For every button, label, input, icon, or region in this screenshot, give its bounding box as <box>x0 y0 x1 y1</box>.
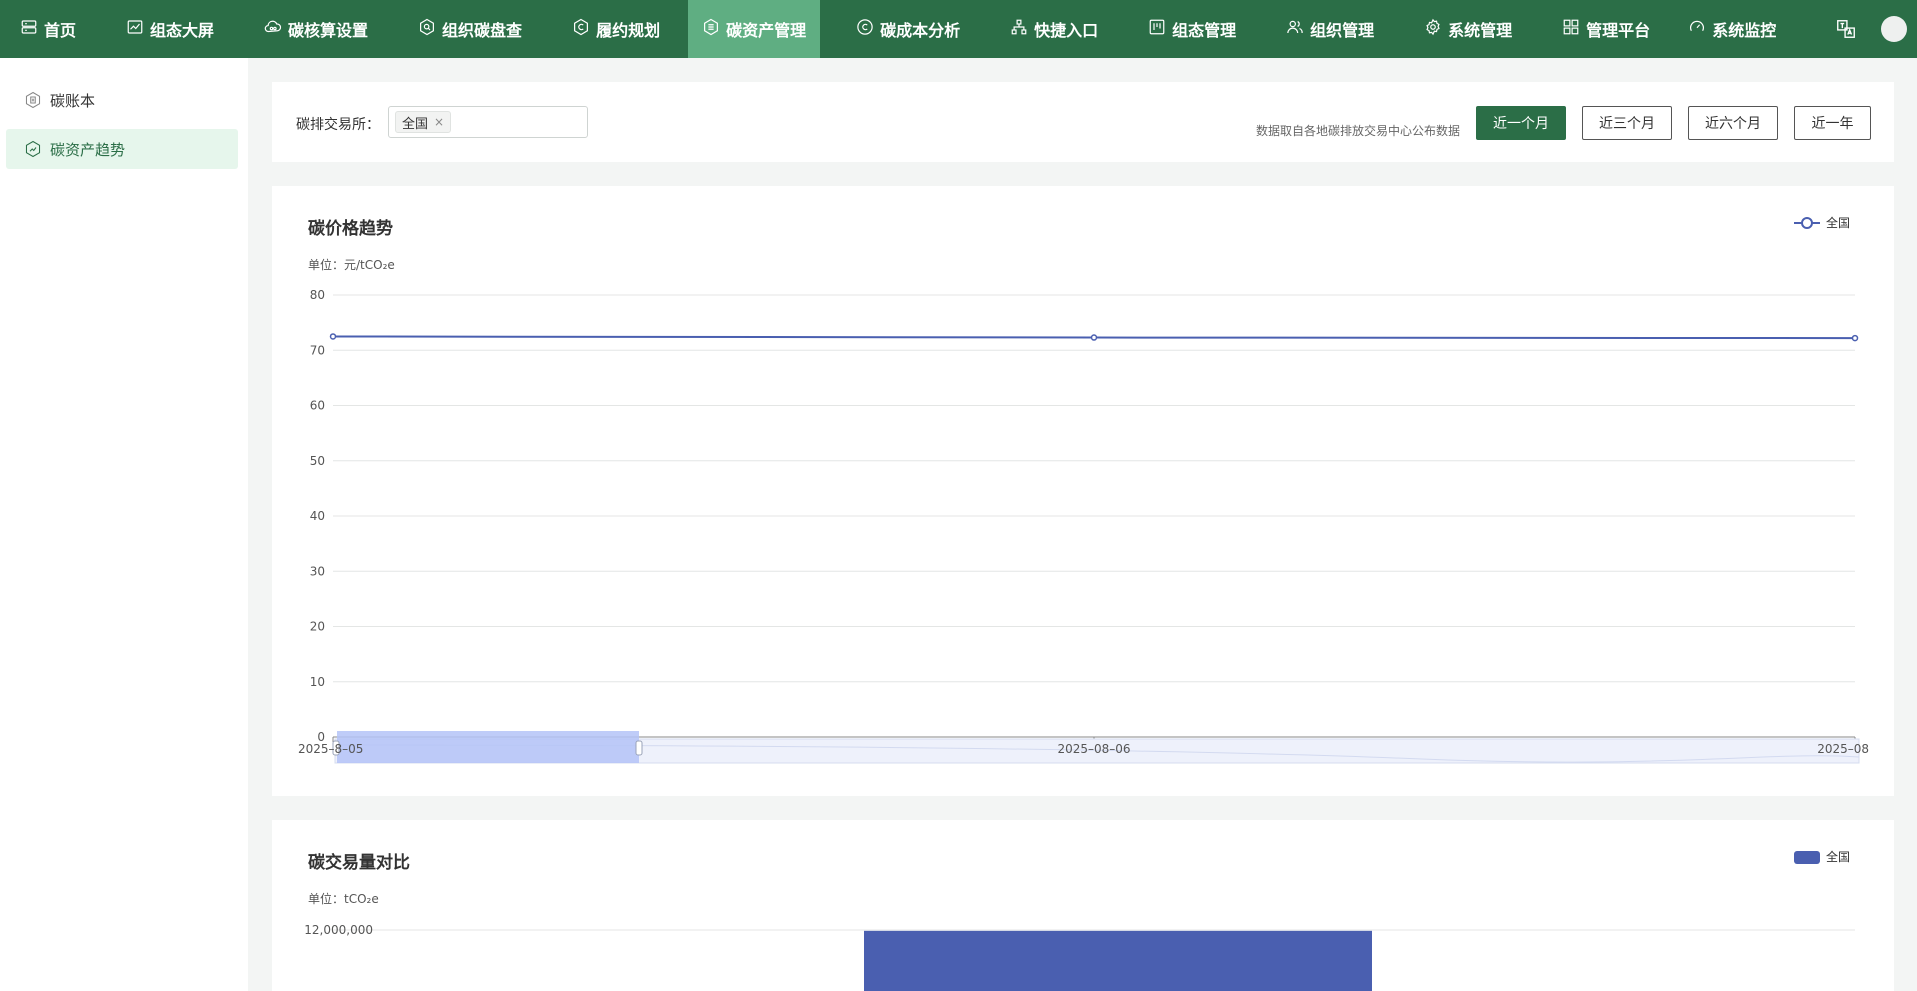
legend-label: 全国 <box>1825 850 1850 864</box>
legend-bar-marker <box>1793 850 1820 864</box>
price-chart-legend[interactable]: 全国 <box>1793 214 1850 231</box>
exchange-select[interactable]: 全国 × <box>388 106 588 138</box>
board-icon <box>1148 18 1172 40</box>
volume-compare-card: 12,000,000 碳交易量对比 单位：tCO₂e 全国 <box>272 820 1894 991</box>
nav-item-3[interactable]: 组织碳盘查 <box>404 0 536 58</box>
exchange-filter-label: 碳排交易所： <box>296 117 380 133</box>
sitemap-icon <box>1010 18 1034 40</box>
line-chart-icon <box>126 18 150 40</box>
x-tick-label: 2025–08–06 <box>1057 742 1130 756</box>
nav-item-8[interactable]: 组态管理 <box>1134 0 1250 58</box>
nav-item-9[interactable]: 组织管理 <box>1272 0 1388 58</box>
y-tick-label: 50 <box>310 454 325 468</box>
ledger-hex-icon <box>25 91 41 109</box>
zoom-slider-window[interactable] <box>337 731 639 763</box>
close-icon[interactable]: × <box>434 115 444 129</box>
nav-item-label: 系统监控 <box>1712 21 1777 40</box>
nav-item-7[interactable]: 快捷入口 <box>996 0 1112 58</box>
trend-hex-icon <box>25 140 41 158</box>
y-tick-label: 12,000,000 <box>304 923 373 937</box>
nav-item-label: 管理平台 <box>1586 21 1651 40</box>
nav-item-label: 碳成本分析 <box>880 21 961 40</box>
y-tick-label: 70 <box>310 343 325 357</box>
range-6-months-button[interactable]: 近六个月 <box>1688 106 1778 140</box>
nav-item-2[interactable]: 碳核算设置 <box>250 0 382 58</box>
sidebar-item-carbon-asset-trend[interactable]: 碳资产趋势 <box>6 129 238 169</box>
data-point[interactable] <box>1090 334 1098 341</box>
sidebar: 碳账本 碳资产趋势 <box>0 58 248 991</box>
volume-compare-chart: 12,000,000 <box>304 923 1855 991</box>
nav-item-label: 组织碳盘查 <box>442 21 523 40</box>
y-tick-label: 60 <box>310 399 325 413</box>
nav-item-1[interactable]: 组态大屏 <box>112 0 228 58</box>
nav-list: 首页 组态大屏 碳核算设置 组织碳盘查 履约规划 碳资产管理 碳成本分析 快捷入口 组态管理 组织… <box>0 0 1790 58</box>
price-trend-card: 0 10 20 30 40 50 60 70 80 2025–8–05 2025–08–06 2025… <box>272 186 1894 796</box>
y-tick-label: 20 <box>310 620 325 634</box>
data-point[interactable] <box>1851 334 1859 342</box>
nav-item-label: 组态大屏 <box>150 21 215 40</box>
sidebar-item-carbon-ledger[interactable]: 碳账本 <box>6 80 238 120</box>
nav-item-label: 碳资产管理 <box>726 21 807 40</box>
cloud-co2-icon <box>264 18 288 40</box>
carbon-c-icon <box>572 18 596 40</box>
nav-item-12[interactable]: 系统监控 <box>1674 0 1790 58</box>
users-icon <box>1286 18 1310 40</box>
search-shield-icon <box>418 18 442 40</box>
sidebar-item-label: 碳资产趋势 <box>50 140 126 159</box>
nav-item-label: 履约规划 <box>596 21 661 40</box>
bar-quanguo[interactable] <box>864 930 1372 991</box>
nav-item-0[interactable]: 首页 <box>6 0 90 58</box>
range-1-year-button[interactable]: 近一年 <box>1794 106 1871 140</box>
filter-panel: 碳排交易所： 全国 × 数据取自各地碳排放交易中心公布数据 近一个月 近三个月 … <box>272 82 1894 162</box>
gauge-icon <box>1688 18 1712 40</box>
nav-item-4[interactable]: 履约规划 <box>558 0 674 58</box>
nav-right-tools <box>1835 0 1917 58</box>
top-nav: 首页 组态大屏 碳核算设置 组织碳盘查 履约规划 碳资产管理 碳成本分析 快捷入口 组态管理 组织… <box>0 0 1917 58</box>
server-icon <box>20 18 44 40</box>
legend-label: 全国 <box>1825 216 1850 230</box>
zoom-handle-right[interactable] <box>635 740 643 756</box>
asset-hex-icon <box>702 18 726 40</box>
nav-item-10[interactable]: 系统管理 <box>1410 0 1526 58</box>
tag-label: 全国 <box>402 116 429 132</box>
y-tick-label: 40 <box>310 509 325 523</box>
y-tick-label: 10 <box>310 675 325 689</box>
nav-item-label: 组态管理 <box>1172 21 1237 40</box>
volume-chart-legend[interactable]: 全国 <box>1793 848 1850 865</box>
volume-chart-unit: 单位：tCO₂e <box>308 892 379 906</box>
sidebar-item-label: 碳账本 <box>50 91 96 110</box>
nav-item-11[interactable]: 管理平台 <box>1548 0 1664 58</box>
grid-icon <box>1562 18 1586 40</box>
nav-item-6[interactable]: 碳成本分析 <box>842 0 974 58</box>
nav-item-label: 快捷入口 <box>1034 21 1099 40</box>
x-tick-label: 2025–08 <box>1817 742 1869 756</box>
nav-item-label: 碳核算设置 <box>288 21 369 40</box>
data-source-note: 数据取自各地碳排放交易中心公布数据 <box>1256 124 1461 138</box>
price-chart-title: 碳价格趋势 <box>308 219 393 239</box>
nav-item-label: 系统管理 <box>1448 21 1513 40</box>
price-chart-unit: 单位：元/tCO₂e <box>308 258 395 272</box>
gear-icon <box>1424 18 1448 40</box>
x-tick-label: 2025–8–05 <box>298 742 363 756</box>
data-point[interactable] <box>329 333 337 340</box>
avatar[interactable] <box>1881 16 1907 42</box>
price-trend-chart: 010203040506070802025–8–05 2025–08–06 2025… <box>298 288 1869 764</box>
selected-exchange-tag: 全国 × <box>395 111 452 133</box>
nav-item-label: 组织管理 <box>1310 21 1375 40</box>
y-tick-label: 30 <box>310 564 325 578</box>
nav-item-label: 首页 <box>44 21 77 40</box>
range-3-months-button[interactable]: 近三个月 <box>1582 106 1672 140</box>
carbon-c-circle-icon <box>856 18 880 40</box>
range-1-month-button[interactable]: 近一个月 <box>1476 106 1566 140</box>
volume-chart-title: 碳交易量对比 <box>308 853 410 873</box>
nav-item-5[interactable]: 碳资产管理 <box>688 0 821 58</box>
y-tick-label: 80 <box>310 288 325 302</box>
legend-line-marker <box>1793 216 1820 229</box>
translate-icon[interactable] <box>1835 18 1857 40</box>
